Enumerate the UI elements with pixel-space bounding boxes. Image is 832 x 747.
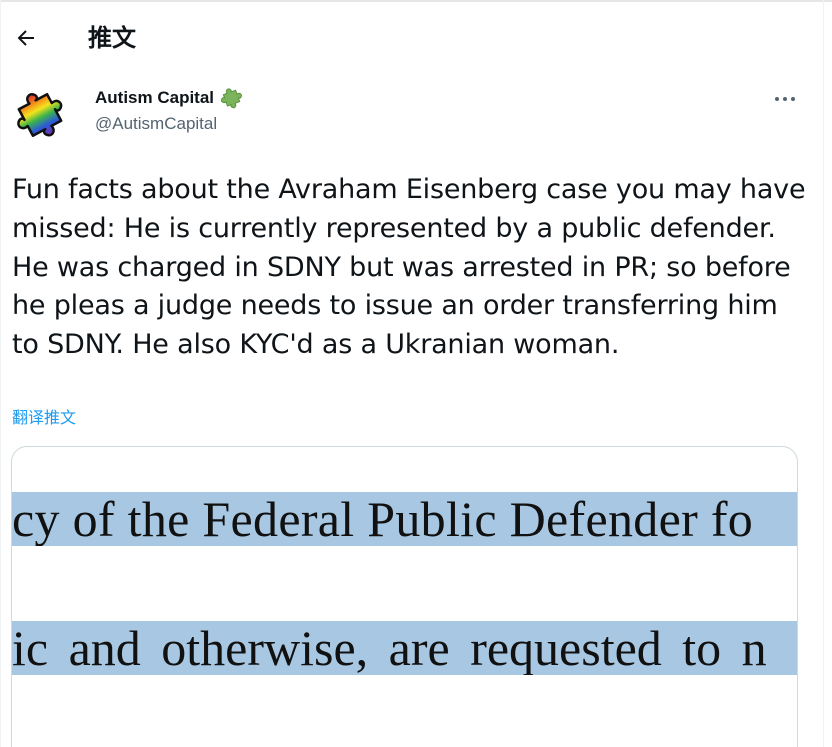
tweet-media-image[interactable]: cy of the Federal Public Defender fo ic … <box>11 446 798 747</box>
back-button[interactable] <box>8 20 44 56</box>
tweet-header: 推文 <box>0 2 822 70</box>
document-text-2: ic and otherwise, are requested to n <box>12 621 767 675</box>
more-options-button[interactable] <box>770 84 800 114</box>
document-line-2: ic and otherwise, are requested to n <box>12 621 797 675</box>
arrow-left-icon <box>17 30 34 46</box>
more-dots-icon <box>775 97 795 101</box>
translate-tweet-link[interactable]: 翻译推文 <box>12 404 76 428</box>
column-right-border <box>823 0 824 747</box>
document-text-1: cy of the Federal Public Defender fo <box>12 492 754 546</box>
author-handle[interactable]: @AutismCapital <box>95 114 217 134</box>
avatar[interactable] <box>12 84 76 144</box>
rainbow-puzzle-piece-icon <box>17 92 63 138</box>
page-title: 推文 <box>88 24 136 52</box>
tweet-text: Fun facts about the Avraham Eisenberg ca… <box>12 174 806 361</box>
author-name-row: Autism Capital <box>95 86 245 110</box>
document-line-1: cy of the Federal Public Defender fo <box>12 492 797 546</box>
puzzle-badge-icon <box>219 85 245 111</box>
author-name[interactable]: Autism Capital <box>95 88 214 108</box>
column-left-border <box>0 0 1 747</box>
